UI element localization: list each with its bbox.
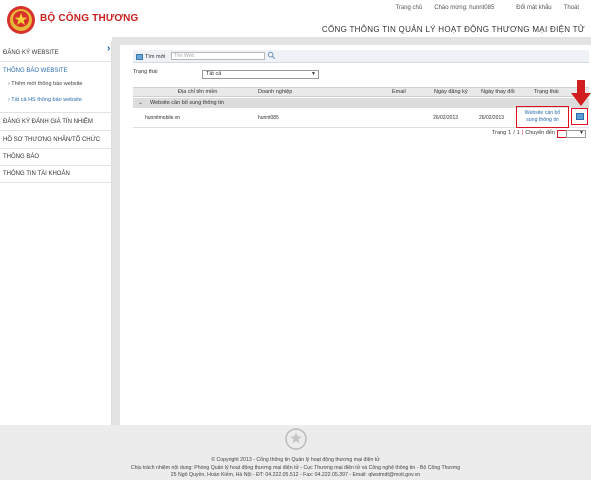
website-name-input[interactable]: Tên Web xyxy=(171,52,265,60)
dropdown-arrow-icon: ▼ xyxy=(311,71,316,77)
pager-current: 1 xyxy=(508,130,512,136)
status-filter-value: Tất cả xyxy=(206,71,222,77)
portal-title: CỔNG THÔNG TIN QUẢN LÝ HOẠT ĐỘNG THƯƠNG … xyxy=(321,25,585,34)
column-header-domain[interactable]: Địa chỉ tên miền xyxy=(178,89,217,95)
sidebar-item-trust-rating[interactable]: ĐĂNG KÝ ĐÁNH GIÁ TÍN NHIỆM xyxy=(3,119,93,125)
pager-total: 1 xyxy=(516,130,520,136)
divider xyxy=(0,182,112,183)
cell-registered: 26/02/2013 xyxy=(433,115,459,121)
sidebar-item-register-website[interactable]: ĐĂNG KÝ WEBSITE xyxy=(3,50,59,56)
column-header-changed[interactable]: Ngày thay đổi xyxy=(481,89,515,95)
divider xyxy=(0,148,112,149)
divider xyxy=(0,61,112,62)
page-header: BỘ CÔNG THƯƠNG Trang chủ Chào mừng: hunn… xyxy=(0,0,591,42)
column-header-email[interactable]: Email xyxy=(392,89,406,95)
sidebar-subitem-all-notifications[interactable]: › Tất cả HS thông báo website xyxy=(8,97,82,103)
sidebar-item-account-info[interactable]: THÔNG TIN TÀI KHOẢN xyxy=(3,171,70,177)
chevron-down-icon[interactable]: ⌄ xyxy=(138,99,143,106)
group-label: Website cần bổ sung thông tin xyxy=(150,100,224,106)
search-new-label: Tìm mới xyxy=(145,53,166,60)
sidebar-subitem-add-notification[interactable]: › Thêm mới thông báo website xyxy=(8,81,82,87)
search-new-icon xyxy=(136,53,143,60)
pager-separator-bar: | xyxy=(521,130,524,136)
sidebar-item-merchant-profile[interactable]: HỒ SƠ THƯƠNG NHÂN/TỔ CHỨC xyxy=(3,137,100,143)
greeting-text: Chào mừng: hunnt085 xyxy=(434,5,495,11)
cell-status: Website cần bổ sung thông tin xyxy=(516,106,569,128)
search-new-button[interactable]: Tìm mới xyxy=(136,52,165,61)
footer-emblem-icon xyxy=(285,428,307,450)
red-arrow-down-icon xyxy=(571,80,591,106)
divider xyxy=(0,165,112,166)
pager-jump-label: Chuyển đến xyxy=(525,130,555,136)
column-header-status[interactable]: Trạng thái xyxy=(534,89,559,95)
national-emblem-icon xyxy=(7,6,35,34)
column-header-company[interactable]: Doanh nghiệp xyxy=(258,89,292,95)
top-links: Trang chủ Chào mừng: hunnt085 Đổi mật kh… xyxy=(389,5,585,11)
sidebar-item-notify-website[interactable]: THÔNG BÁO WEBSITE xyxy=(3,68,68,74)
column-header-registered[interactable]: Ngày đăng ký xyxy=(434,89,468,95)
divider xyxy=(0,112,112,113)
status-text-line1: Website cần bổ xyxy=(524,110,561,116)
status-text-line2: sung thông tin xyxy=(526,117,559,123)
footer-copyright: © Copyright 2013 - Cổng thông tin Quản l… xyxy=(211,457,380,463)
pagination: Trang 1 / 1 | Chuyển đến xyxy=(492,130,555,136)
cell-changed: 26/02/2013 xyxy=(479,115,505,121)
pager-prefix: Trang xyxy=(492,130,507,136)
footer-address: 25 Ngô Quyền, Hoàn Kiếm, Hà Nội - ĐT: 04… xyxy=(170,472,421,478)
page-jump-select[interactable]: ▼ xyxy=(566,130,586,138)
magnifier-icon[interactable] xyxy=(267,51,276,60)
pager-separator: / xyxy=(513,130,515,136)
edit-icon xyxy=(575,113,584,120)
edit-button[interactable] xyxy=(571,108,588,125)
brand-name: BỘ CÔNG THƯƠNG xyxy=(40,13,139,24)
status-filter-label: Trạng thái xyxy=(133,69,158,75)
logout-link[interactable]: Thoát xyxy=(558,5,585,11)
dropdown-arrow-icon: ▼ xyxy=(579,130,584,136)
cell-company: hunnt085 xyxy=(258,115,279,121)
collapse-sidebar-button[interactable]: › xyxy=(107,43,110,54)
sidebar-item-notifications[interactable]: THÔNG BÁO xyxy=(3,154,39,160)
divider xyxy=(0,130,112,131)
change-password-link[interactable]: Đổi mật khẩu xyxy=(510,5,557,11)
home-link[interactable]: Trang chủ xyxy=(389,5,428,11)
cell-domain: hunnitmobile.vn xyxy=(145,115,181,121)
footer-responsible: Chịu trách nhiệm nội dung: Phòng Quản lý… xyxy=(130,465,461,471)
status-filter-select[interactable]: Tất cả ▼ xyxy=(202,70,319,79)
